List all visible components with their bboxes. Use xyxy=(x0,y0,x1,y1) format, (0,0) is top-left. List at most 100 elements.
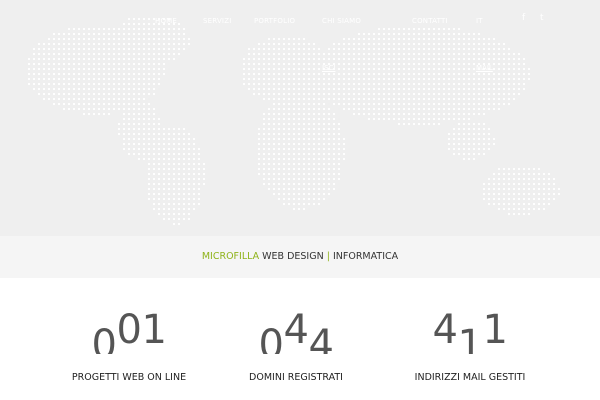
map-dot xyxy=(132,82,136,86)
map-dot xyxy=(147,147,151,151)
map-dot xyxy=(467,107,471,111)
map-dot xyxy=(502,82,506,86)
map-dot xyxy=(282,122,286,126)
map-dot xyxy=(62,92,66,96)
map-dot xyxy=(282,137,286,141)
map-dot xyxy=(272,192,276,196)
map-dot xyxy=(537,192,541,196)
map-dot xyxy=(292,72,296,76)
map-dot xyxy=(377,82,381,86)
map-dot xyxy=(257,162,261,166)
nav-language[interactable]: IT xyxy=(476,17,483,25)
map-dot xyxy=(97,77,101,81)
map-dot xyxy=(487,192,491,196)
map-dot xyxy=(32,87,36,91)
map-dot xyxy=(47,52,51,56)
map-dot xyxy=(292,172,296,176)
map-dot xyxy=(147,107,151,111)
map-dot xyxy=(77,87,81,91)
map-dot xyxy=(352,72,356,76)
map-dot xyxy=(502,67,506,71)
map-dot xyxy=(87,102,91,106)
map-dot xyxy=(487,132,491,136)
map-dot xyxy=(492,97,496,101)
map-dot xyxy=(77,62,81,66)
map-dot xyxy=(122,62,126,66)
map-dot xyxy=(407,77,411,81)
map-dot xyxy=(137,57,141,61)
map-dot xyxy=(197,202,201,206)
tagline-separator: | xyxy=(326,251,330,262)
map-dot xyxy=(32,67,36,71)
map-dot xyxy=(392,72,396,76)
map-dot xyxy=(297,132,301,136)
map-dot xyxy=(172,132,176,136)
nav-chi-siamo[interactable]: CHI SIAMO xyxy=(322,17,361,25)
map-dot xyxy=(327,177,331,181)
map-dot xyxy=(447,82,451,86)
submenu-mail[interactable]: MAIL xyxy=(476,64,493,72)
map-dot xyxy=(317,57,321,61)
map-dot xyxy=(172,157,176,161)
map-dot xyxy=(157,132,161,136)
map-dot xyxy=(367,87,371,91)
map-dot xyxy=(182,197,186,201)
map-dot xyxy=(82,102,86,106)
map-dot xyxy=(172,147,176,151)
counter-digit: 4 xyxy=(283,307,309,353)
map-dot xyxy=(307,132,311,136)
map-dot xyxy=(272,132,276,136)
map-dot xyxy=(407,82,411,86)
map-dot xyxy=(312,107,316,111)
map-dot xyxy=(282,62,286,66)
map-dot xyxy=(512,97,516,101)
map-dot xyxy=(487,137,491,141)
map-dot xyxy=(192,157,196,161)
nav-servizi[interactable]: SERVIZI xyxy=(203,17,231,25)
map-dot xyxy=(457,137,461,141)
map-dot xyxy=(312,122,316,126)
map-dot xyxy=(147,102,151,106)
map-dot xyxy=(252,92,256,96)
map-dot xyxy=(382,92,386,96)
map-dot xyxy=(332,137,336,141)
facebook-icon[interactable]: f xyxy=(522,13,525,23)
map-dot xyxy=(87,112,91,116)
map-dot xyxy=(292,157,296,161)
map-dot xyxy=(377,52,381,56)
map-dot xyxy=(152,187,156,191)
map-dot xyxy=(312,162,316,166)
map-dot xyxy=(287,192,291,196)
map-dot xyxy=(152,52,156,56)
map-dot xyxy=(82,67,86,71)
map-dot xyxy=(102,52,106,56)
map-dot xyxy=(512,172,516,176)
nav-home[interactable]: HOME xyxy=(155,17,177,25)
map-dot xyxy=(452,72,456,76)
map-dot xyxy=(452,92,456,96)
twitter-icon[interactable]: t xyxy=(540,13,544,23)
map-dot xyxy=(192,142,196,146)
map-dot xyxy=(272,52,276,56)
map-dot xyxy=(147,187,151,191)
submenu-isci[interactable]: ISCI xyxy=(322,64,335,72)
map-dot xyxy=(387,62,391,66)
map-dot xyxy=(447,62,451,66)
nav-portfolio[interactable]: PORTFOLIO xyxy=(254,17,295,25)
map-dot xyxy=(332,182,336,186)
map-dot xyxy=(512,82,516,86)
map-dot xyxy=(327,137,331,141)
map-dot xyxy=(162,197,166,201)
map-dot xyxy=(472,127,476,131)
map-dot xyxy=(152,202,156,206)
map-dot xyxy=(382,107,386,111)
map-dot xyxy=(127,127,131,131)
map-dot xyxy=(467,92,471,96)
map-dot xyxy=(152,127,156,131)
map-dot xyxy=(477,137,481,141)
map-dot xyxy=(467,137,471,141)
map-dot xyxy=(27,82,31,86)
map-dot xyxy=(282,82,286,86)
nav-contatti[interactable]: CONTATTI xyxy=(412,17,448,25)
map-dot xyxy=(537,167,541,171)
